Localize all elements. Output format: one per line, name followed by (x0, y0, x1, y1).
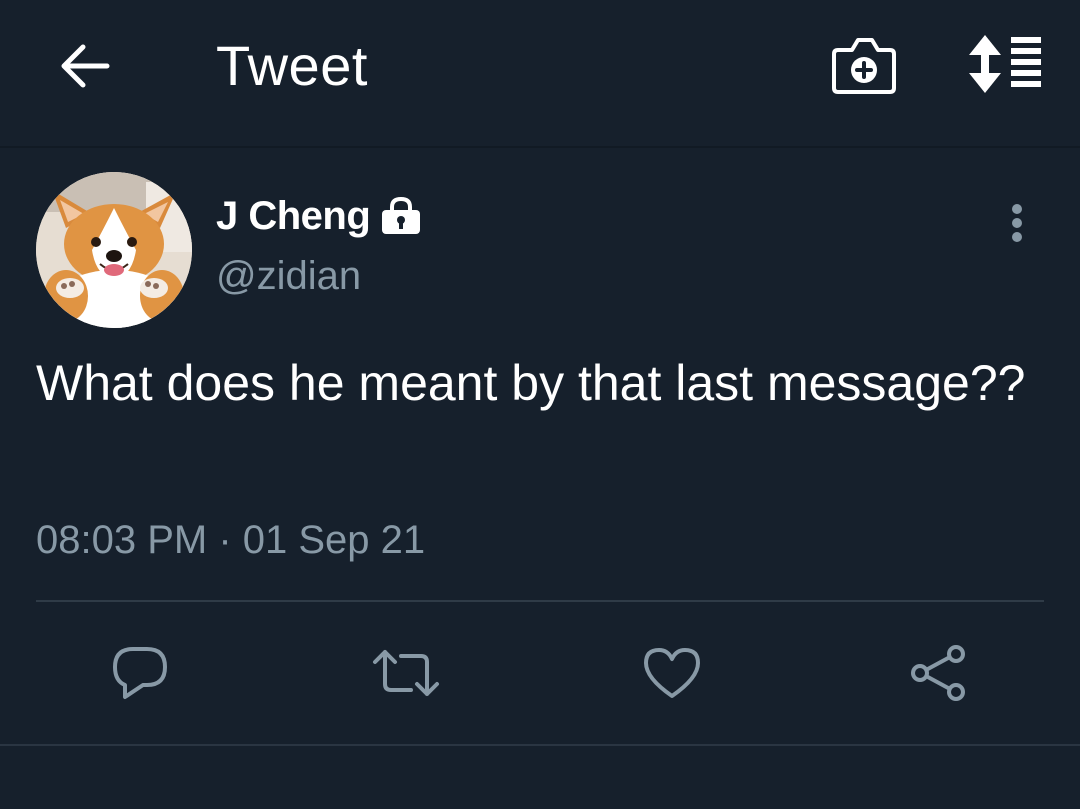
reply-bubble-icon (113, 647, 167, 699)
tweet-text: What does he meant by that last message?… (36, 355, 1026, 411)
app-bar: Tweet (0, 0, 1080, 148)
reply-button[interactable] (104, 638, 176, 708)
heart-icon (644, 648, 700, 698)
tweet-detail: J Cheng @zidian What does he meant by th… (0, 148, 1080, 746)
author-handle[interactable]: @zidian (216, 254, 361, 299)
arrow-left-icon (61, 44, 110, 88)
camera-button[interactable] (826, 30, 902, 98)
bottom-divider (0, 744, 1080, 746)
tweet-timestamp: 08:03 PM · 01 Sep 21 (36, 518, 426, 562)
retweet-button[interactable] (370, 638, 442, 708)
like-button[interactable] (636, 638, 708, 708)
share-icon (911, 645, 965, 701)
more-options-button[interactable] (992, 198, 1042, 248)
sort-button[interactable] (964, 30, 1050, 98)
avatar[interactable] (36, 172, 192, 328)
camera-plus-icon (832, 38, 896, 94)
author-name-row[interactable]: J Cheng (216, 188, 422, 244)
sort-replies-icon (969, 35, 1041, 93)
author-name: J Cheng (216, 193, 371, 238)
lock-icon (380, 197, 422, 235)
action-bar (0, 638, 1080, 708)
corgi-avatar (36, 172, 192, 328)
share-button[interactable] (902, 638, 974, 708)
page-title: Tweet (216, 34, 368, 97)
divider (36, 600, 1044, 602)
more-vertical-icon (1012, 204, 1022, 242)
back-button[interactable] (52, 34, 116, 98)
retweet-icon (373, 650, 439, 696)
